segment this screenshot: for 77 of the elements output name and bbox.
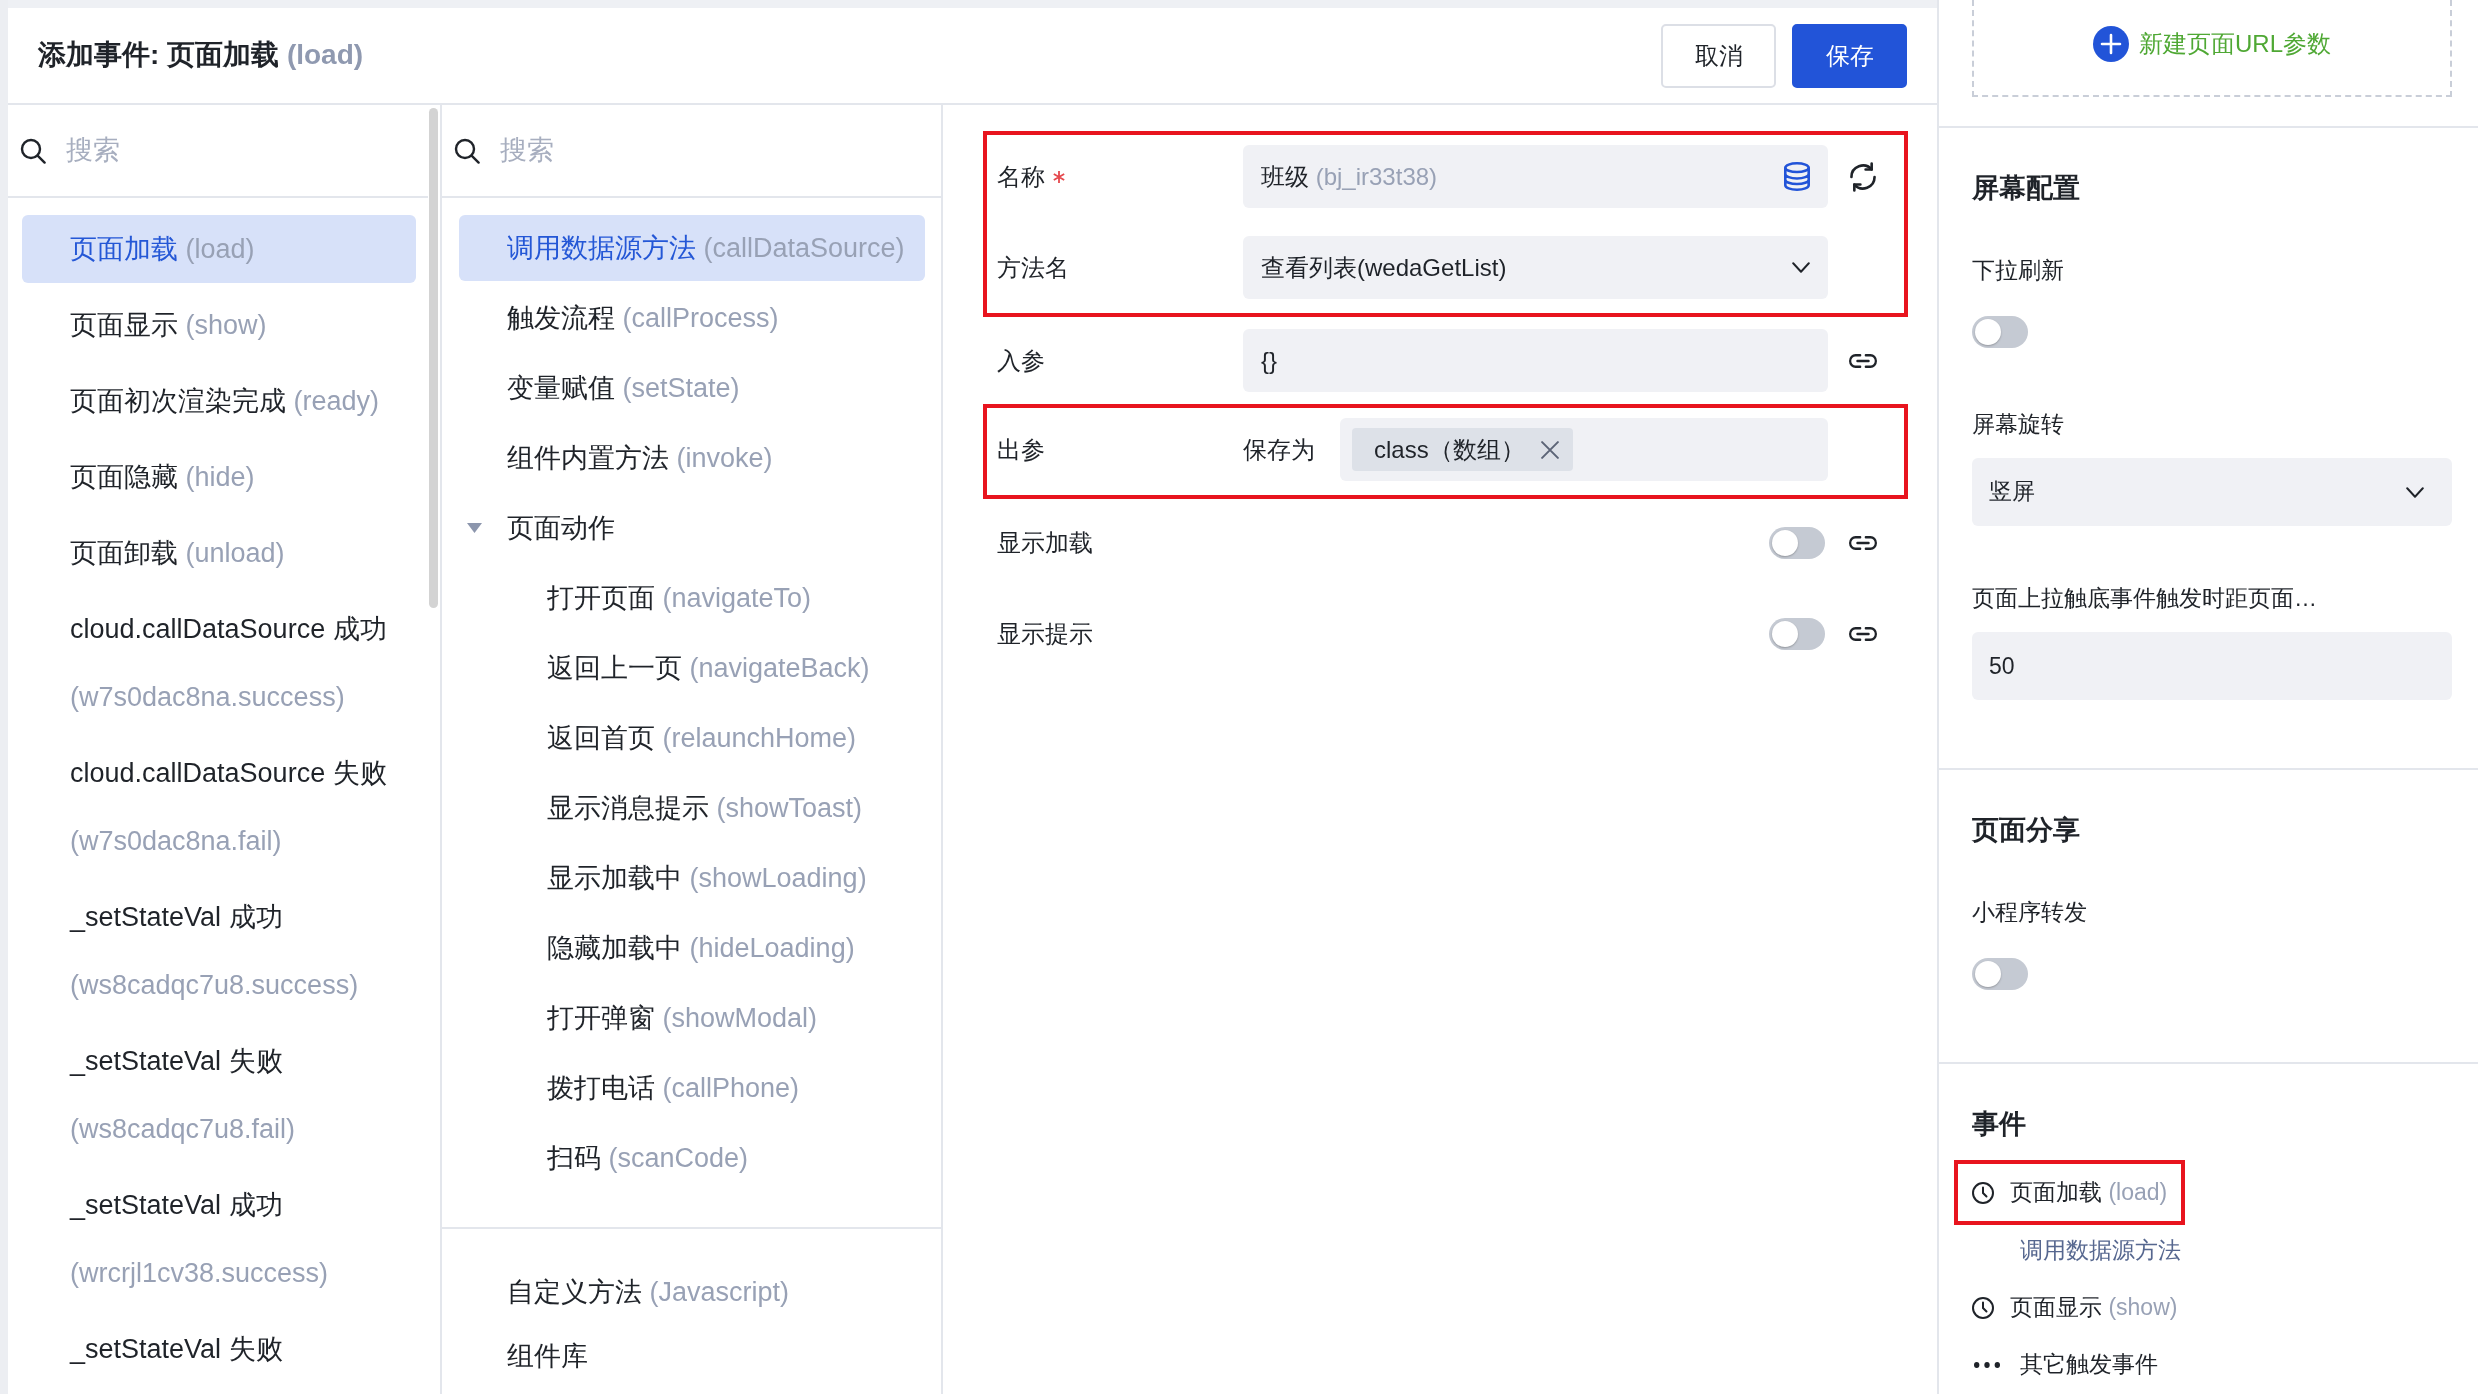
cancel-button[interactable]: 取消 — [1661, 23, 1776, 88]
field-label: 方法名 — [997, 252, 1069, 283]
link-icon[interactable] — [1849, 353, 1877, 368]
event-list-item[interactable]: 页面显示 (show) — [22, 291, 416, 359]
toggle-switch[interactable] — [1769, 526, 1825, 559]
other-events-button[interactable]: 其它触发事件 — [1972, 1340, 2158, 1391]
dialog-title: 添加事件: 页面加载 (load) — [38, 38, 364, 73]
action-list-item[interactable]: 打开页面 (navigateTo) — [459, 565, 925, 631]
select-field[interactable]: 竖屏 — [1972, 458, 2452, 527]
link-icon[interactable] — [1849, 626, 1877, 641]
event-entry[interactable]: 页面显示 (show) — [1954, 1275, 2196, 1341]
caret-icon[interactable] — [467, 523, 482, 533]
event-entry[interactable]: 页面加载 (load) — [1954, 1160, 2186, 1226]
section-title: 页面分享 — [1972, 814, 2081, 848]
datasource-field[interactable]: 班级 (bj_ir33t38) — [1243, 145, 1828, 208]
action-list-item[interactable]: 扫码 (scanCode) — [459, 1125, 925, 1191]
search-icon — [454, 137, 480, 164]
action-list-item[interactable]: 显示消息提示 (showToast) — [459, 775, 925, 841]
event-list-item[interactable]: 页面卸载 (unload) — [22, 519, 416, 587]
event-list-item[interactable]: cloud.callDataSource 失败 (w7s0dac8na.fail) — [22, 739, 416, 875]
action-list-item[interactable]: 拨打电话 (callPhone) — [459, 1055, 925, 1121]
search-field[interactable]: 搜索 — [66, 132, 326, 169]
chevron-down-icon — [2406, 486, 2424, 498]
event-list-item[interactable]: 页面初次渲染完成 (ready) — [22, 367, 416, 435]
link-icon[interactable] — [1849, 535, 1877, 550]
toggle-switch[interactable] — [1972, 316, 2028, 348]
field-label: 下拉刷新 — [1972, 256, 2065, 285]
refresh-icon[interactable] — [1850, 161, 1876, 192]
select-field[interactable]: 查看列表(wedaGetList) — [1243, 236, 1828, 299]
tag-chip[interactable]: class（数组） — [1352, 428, 1573, 471]
event-list-item[interactable]: cloud.callDataSource 成功 (w7s0dac8na.success) — [22, 595, 416, 731]
field-label: 显示提示 — [997, 618, 1093, 649]
field-label: 出参 — [997, 434, 1045, 465]
plus-icon — [2093, 25, 2129, 62]
section-title: 事件 — [1972, 1108, 2027, 1142]
field-label: 页面上拉触底事件触发时距页面… — [1972, 584, 2318, 614]
scrollbar-thumb[interactable] — [429, 108, 438, 608]
section-title: 屏幕配置 — [1972, 172, 2081, 205]
event-list-item[interactable]: _setStateVal 成功 (wrcrjl1cv38.success) — [22, 1171, 416, 1307]
toggle-switch[interactable] — [1769, 617, 1825, 650]
field-label: 屏幕旋转 — [1972, 410, 2065, 440]
action-group-toggle[interactable]: 页面动作 — [459, 495, 925, 561]
action-list-item[interactable]: 触发流程 (callProcess) — [459, 285, 925, 351]
toggle-switch[interactable] — [1972, 958, 2028, 991]
save-button[interactable]: 保存 — [1792, 23, 1907, 88]
clock-icon — [1972, 1296, 1994, 1319]
action-list-item[interactable]: 调用数据源方法 (callDataSource) — [459, 215, 925, 281]
close-icon[interactable] — [1540, 440, 1559, 459]
search-icon — [20, 137, 46, 164]
action-list-item[interactable]: 隐藏加载中 (hideLoading) — [459, 915, 925, 981]
action-list-item[interactable]: 自定义方法 (Javascript) — [459, 1261, 925, 1323]
event-list-item[interactable]: 页面隐藏 (hide) — [22, 443, 416, 511]
field-label: 名称 — [997, 161, 1045, 192]
input-field[interactable]: 50 — [1972, 632, 2452, 701]
output-field[interactable]: class（数组） — [1340, 418, 1828, 481]
ellipsis-icon — [1974, 1362, 2000, 1369]
action-list-item[interactable]: 变量赋值 (setState) — [459, 355, 925, 421]
event-list-item[interactable]: _setStateVal 成功 (ws8cadqc7u8.success) — [22, 883, 416, 1019]
input-field[interactable]: {} — [1243, 329, 1828, 392]
field-label: 显示加载 — [997, 527, 1093, 558]
event-list-item[interactable]: 页面加载 (load) — [22, 215, 416, 283]
action-list-item[interactable]: 组件内置方法 (invoke) — [459, 425, 925, 491]
action-list-item[interactable]: 显示加载中 (showLoading) — [459, 845, 925, 911]
chevron-down-icon — [1792, 262, 1810, 273]
action-list-item[interactable]: 组件库 — [459, 1325, 925, 1387]
field-label: 入参 — [997, 345, 1045, 376]
field-prefix-label: 保存为 — [1243, 434, 1316, 465]
field-label: 小程序转发 — [1972, 898, 2088, 928]
event-action-link[interactable]: 调用数据源方法 — [1972, 1225, 2181, 1276]
database-icon[interactable] — [1784, 162, 1810, 191]
action-list-item[interactable]: 返回首页 (relaunchHome) — [459, 705, 925, 771]
search-field[interactable]: 搜索 — [500, 132, 760, 169]
event-list-item[interactable]: _setStateVal 失败 — [22, 1315, 416, 1383]
action-list-item[interactable]: 打开弹窗 (showModal) — [459, 985, 925, 1051]
event-list-item[interactable]: _setStateVal 失败 (ws8cadqc7u8.fail) — [22, 1027, 416, 1163]
action-list-item[interactable]: 返回上一页 (navigateBack) — [459, 635, 925, 701]
clock-icon — [1972, 1181, 1994, 1204]
